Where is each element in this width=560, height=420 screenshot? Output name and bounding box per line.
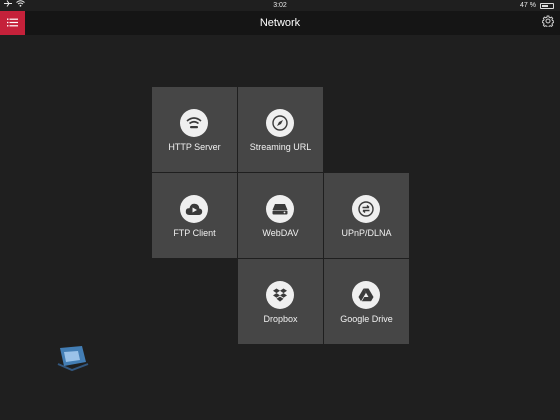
- dropbox-tile[interactable]: Dropbox: [238, 259, 323, 344]
- tile-label: HTTP Server: [168, 142, 221, 152]
- streaming-url-tile[interactable]: Streaming URL: [238, 87, 323, 172]
- status-bar: 3:02 47 %: [0, 0, 560, 11]
- battery-text: 47 %: [520, 2, 536, 9]
- battery-icon: [540, 2, 554, 9]
- navigation-bar: Network: [0, 11, 560, 35]
- watermark-logo: [48, 344, 106, 384]
- google-drive-tile[interactable]: Google Drive: [324, 259, 409, 344]
- webdav-tile[interactable]: WebDAV: [238, 173, 323, 258]
- tile-label: Google Drive: [340, 314, 393, 324]
- tile-label: UPnP/DLNA: [341, 228, 392, 238]
- page-title: Network: [259, 17, 301, 29]
- wifi-icon: [180, 109, 208, 137]
- sync-icon: [352, 195, 380, 223]
- tile-label: WebDAV: [262, 228, 299, 238]
- upnp-dlna-tile[interactable]: UPnP/DLNA: [324, 173, 409, 258]
- gear-icon: [541, 14, 555, 32]
- google-drive-icon: [352, 281, 380, 309]
- tile-label: Streaming URL: [249, 142, 312, 152]
- dropbox-icon: [266, 281, 294, 309]
- drive-icon: [266, 195, 294, 223]
- cloud-play-icon: [180, 195, 208, 223]
- settings-button[interactable]: [540, 15, 556, 31]
- tile-label: Dropbox: [263, 314, 298, 324]
- status-right: 47 %: [520, 0, 554, 11]
- tile-label: FTP Client: [173, 228, 216, 238]
- status-time: 3:02: [273, 2, 287, 9]
- ftp-client-tile[interactable]: FTP Client: [152, 173, 237, 258]
- compass-icon: [266, 109, 294, 137]
- http-server-tile[interactable]: HTTP Server: [152, 87, 237, 172]
